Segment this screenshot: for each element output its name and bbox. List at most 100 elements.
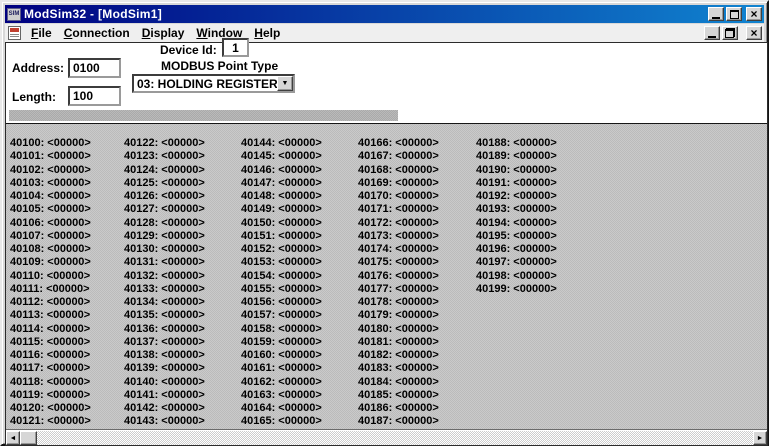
scroll-thumb[interactable]	[20, 431, 37, 445]
register-cell[interactable]: 40140: <00000>	[124, 376, 236, 389]
register-cell[interactable]: 40100: <00000>	[10, 137, 122, 150]
register-cell[interactable]: 40181: <00000>	[358, 336, 470, 349]
register-cell[interactable]: 40110: <00000>	[10, 270, 122, 283]
register-cell[interactable]: 40112: <00000>	[10, 296, 122, 309]
register-cell[interactable]: 40127: <00000>	[124, 203, 236, 216]
register-cell[interactable]: 40133: <00000>	[124, 283, 236, 296]
register-cell[interactable]: 40141: <00000>	[124, 389, 236, 402]
register-cell[interactable]: 40119: <00000>	[10, 389, 122, 402]
register-cell[interactable]: 40172: <00000>	[358, 217, 470, 230]
register-cell[interactable]: 40173: <00000>	[358, 230, 470, 243]
register-cell[interactable]: 40161: <00000>	[241, 362, 353, 375]
register-cell[interactable]: 40175: <00000>	[358, 256, 470, 269]
register-cell[interactable]: 40105: <00000>	[10, 203, 122, 216]
maximize-button[interactable]	[726, 7, 742, 21]
register-cell[interactable]: 40194: <00000>	[476, 217, 588, 230]
register-cell[interactable]: 40187: <00000>	[358, 415, 470, 428]
register-cell[interactable]: 40123: <00000>	[124, 150, 236, 163]
length-input[interactable]	[68, 86, 121, 106]
register-cell[interactable]: 40167: <00000>	[358, 150, 470, 163]
register-cell[interactable]: 40118: <00000>	[10, 376, 122, 389]
register-cell[interactable]: 40153: <00000>	[241, 256, 353, 269]
register-cell[interactable]: 40101: <00000>	[10, 150, 122, 163]
register-cell[interactable]: 40139: <00000>	[124, 362, 236, 375]
document-icon[interactable]	[8, 26, 21, 40]
scroll-track[interactable]	[37, 431, 753, 445]
register-cell[interactable]: 40158: <00000>	[241, 323, 353, 336]
titlebar[interactable]: SIM ModSim32 - [ModSim1] ×	[5, 5, 764, 23]
register-cell[interactable]: 40165: <00000>	[241, 415, 353, 428]
register-cell[interactable]: 40113: <00000>	[10, 309, 122, 322]
register-cell[interactable]: 40156: <00000>	[241, 296, 353, 309]
register-cell[interactable]: 40190: <00000>	[476, 164, 588, 177]
register-cell[interactable]: 40148: <00000>	[241, 190, 353, 203]
register-cell[interactable]: 40126: <00000>	[124, 190, 236, 203]
mdi-minimize-button[interactable]	[704, 26, 720, 40]
register-cell[interactable]: 40162: <00000>	[241, 376, 353, 389]
register-cell[interactable]: 40142: <00000>	[124, 402, 236, 415]
register-cell[interactable]: 40120: <00000>	[10, 402, 122, 415]
register-cell[interactable]: 40130: <00000>	[124, 243, 236, 256]
register-cell[interactable]: 40109: <00000>	[10, 256, 122, 269]
register-cell[interactable]: 40174: <00000>	[358, 243, 470, 256]
register-cell[interactable]: 40107: <00000>	[10, 230, 122, 243]
close-button[interactable]: ×	[746, 7, 762, 21]
menu-item-file[interactable]: File	[25, 25, 58, 42]
register-cell[interactable]: 40166: <00000>	[358, 137, 470, 150]
register-cell[interactable]: 40157: <00000>	[241, 309, 353, 322]
register-cell[interactable]: 40145: <00000>	[241, 150, 353, 163]
register-cell[interactable]: 40149: <00000>	[241, 203, 353, 216]
register-cell[interactable]: 40144: <00000>	[241, 137, 353, 150]
register-cell[interactable]: 40193: <00000>	[476, 203, 588, 216]
register-cell[interactable]: 40134: <00000>	[124, 296, 236, 309]
register-cell[interactable]: 40196: <00000>	[476, 243, 588, 256]
register-cell[interactable]: 40195: <00000>	[476, 230, 588, 243]
register-cell[interactable]: 40106: <00000>	[10, 217, 122, 230]
register-cell[interactable]: 40111: <00000>	[10, 283, 122, 296]
register-cell[interactable]: 40197: <00000>	[476, 256, 588, 269]
register-cell[interactable]: 40176: <00000>	[358, 270, 470, 283]
register-cell[interactable]: 40186: <00000>	[358, 402, 470, 415]
register-cell[interactable]: 40102: <00000>	[10, 164, 122, 177]
register-cell[interactable]: 40125: <00000>	[124, 177, 236, 190]
minimize-button[interactable]	[708, 7, 724, 21]
register-cell[interactable]: 40104: <00000>	[10, 190, 122, 203]
register-cell[interactable]: 40163: <00000>	[241, 389, 353, 402]
register-cell[interactable]: 40178: <00000>	[358, 296, 470, 309]
address-input[interactable]	[68, 58, 121, 78]
register-cell[interactable]: 40132: <00000>	[124, 270, 236, 283]
register-cell[interactable]: 40152: <00000>	[241, 243, 353, 256]
register-cell[interactable]: 40131: <00000>	[124, 256, 236, 269]
menu-item-help[interactable]: Help	[248, 25, 286, 42]
register-cell[interactable]: 40191: <00000>	[476, 177, 588, 190]
register-cell[interactable]: 40115: <00000>	[10, 336, 122, 349]
scroll-left-button[interactable]: ◄	[6, 431, 20, 445]
mdi-restore-button[interactable]	[722, 26, 738, 40]
scroll-right-button[interactable]: ►	[753, 431, 767, 445]
register-cell[interactable]: 40184: <00000>	[358, 376, 470, 389]
register-cell[interactable]: 40180: <00000>	[358, 323, 470, 336]
mdi-close-button[interactable]: ×	[746, 26, 762, 40]
register-cell[interactable]: 40171: <00000>	[358, 203, 470, 216]
register-cell[interactable]: 40147: <00000>	[241, 177, 353, 190]
h-scrollbar[interactable]: ◄ ►	[6, 431, 767, 445]
register-cell[interactable]: 40164: <00000>	[241, 402, 353, 415]
register-cell[interactable]: 40168: <00000>	[358, 164, 470, 177]
register-cell[interactable]: 40143: <00000>	[124, 415, 236, 428]
register-cell[interactable]: 40116: <00000>	[10, 349, 122, 362]
register-cell[interactable]: 40124: <00000>	[124, 164, 236, 177]
register-cell[interactable]: 40121: <00000>	[10, 415, 122, 428]
dropdown-button[interactable]: ▼	[277, 76, 293, 91]
register-cell[interactable]: 40154: <00000>	[241, 270, 353, 283]
register-cell[interactable]: 40198: <00000>	[476, 270, 588, 283]
register-cell[interactable]: 40136: <00000>	[124, 323, 236, 336]
register-cell[interactable]: 40138: <00000>	[124, 349, 236, 362]
register-cell[interactable]: 40199: <00000>	[476, 283, 588, 296]
register-cell[interactable]: 40128: <00000>	[124, 217, 236, 230]
register-cell[interactable]: 40188: <00000>	[476, 137, 588, 150]
register-cell[interactable]: 40169: <00000>	[358, 177, 470, 190]
register-cell[interactable]: 40137: <00000>	[124, 336, 236, 349]
register-cell[interactable]: 40177: <00000>	[358, 283, 470, 296]
register-cell[interactable]: 40108: <00000>	[10, 243, 122, 256]
register-cell[interactable]: 40150: <00000>	[241, 217, 353, 230]
